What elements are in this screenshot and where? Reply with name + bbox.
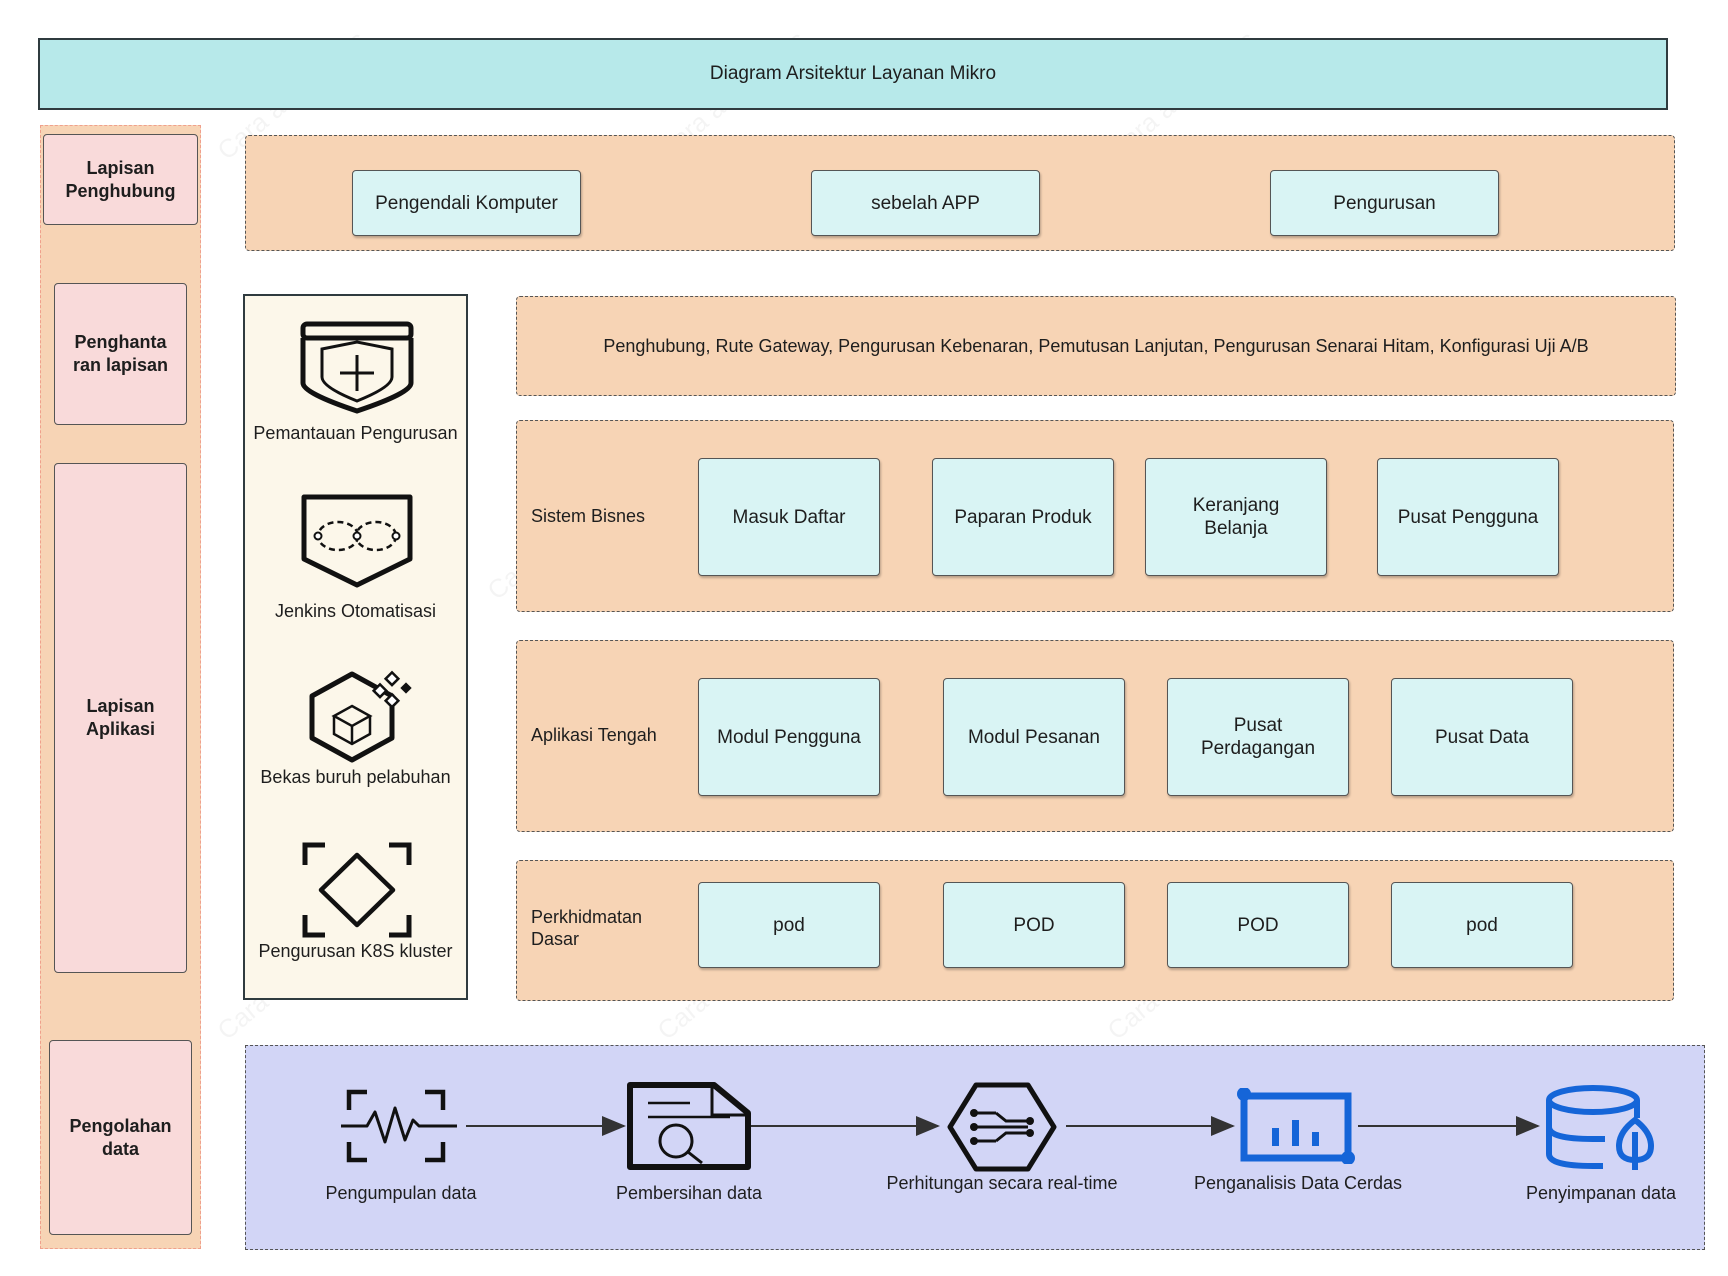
- access-box-pc: Pengendali Komputer: [352, 170, 581, 236]
- middle-box-user-module: Modul Pengguna: [698, 678, 880, 796]
- bar-chart-icon: [1237, 1088, 1355, 1164]
- gateway-description: Penghubung, Rute Gateway, Pengurusan Keb…: [603, 335, 1589, 356]
- shield-plus-icon: [300, 321, 414, 414]
- business-box-cart: Keranjang Belanja: [1145, 458, 1327, 576]
- access-box-app: sebelah APP: [811, 170, 1040, 236]
- business-box-user-center: Pusat Pengguna: [1377, 458, 1559, 576]
- layer-label-data: Pengolahan data: [49, 1040, 192, 1235]
- middle-box-trade-center: Pusat Perdagangan: [1167, 678, 1349, 796]
- gateway-panel: Penghubung, Rute Gateway, Pengurusan Keb…: [516, 296, 1676, 396]
- flow-label-clean: Pembersihan data: [615, 1183, 763, 1203]
- base-box-pod-3: POD: [1167, 882, 1349, 968]
- business-box-product: Paparan Produk: [932, 458, 1114, 576]
- business-box-login: Masuk Daftar: [698, 458, 880, 576]
- flow-label-realtime: Perhitungan secara real-time: [886, 1173, 1118, 1193]
- ops-label-docker: Bekas buruh pelabuhan: [260, 767, 451, 787]
- ops-label-monitoring: Pemantauan Pengurusan: [253, 423, 458, 443]
- layer-label-application: Lapisan Aplikasi: [54, 463, 187, 973]
- middle-box-order-module: Modul Pesanan: [943, 678, 1125, 796]
- data-processing-panel: Pengumpulan data Pembersihan data Perhit…: [245, 1045, 1705, 1250]
- business-row-label: Sistem Bisnes: [531, 506, 646, 526]
- hexagon-circuit-icon: [947, 1082, 1057, 1172]
- flow-label-collect: Pengumpulan data: [325, 1183, 477, 1203]
- diagram-title-text: Diagram Arsitektur Layanan Mikro: [709, 63, 997, 84]
- waveform-icon: [341, 1089, 457, 1163]
- flow-label-analyze: Penganalisis Data Cerdas: [1193, 1173, 1403, 1193]
- ops-label-jenkins: Jenkins Otomatisasi: [274, 601, 437, 621]
- layer-label-access: Lapisan Penghubung: [43, 134, 198, 225]
- diagram-title: Diagram Arsitektur Layanan Mikro: [38, 38, 1668, 110]
- base-box-pod-1: pod: [698, 882, 880, 968]
- infinity-badge-icon: [301, 494, 413, 588]
- container-cube-icon: [309, 670, 412, 763]
- ops-label-k8s: Pengurusan K8S kluster: [258, 941, 453, 961]
- layer-label-gateway: Penghanta ran lapisan: [54, 283, 187, 425]
- database-icon: [1546, 1085, 1654, 1170]
- middle-box-data-center: Pusat Data: [1391, 678, 1573, 796]
- ops-panel: Pemantauan Pengurusan Jenkins Otomatisas…: [243, 294, 468, 1000]
- document-search-icon: [627, 1082, 751, 1170]
- middle-row-label: Aplikasi Tengah: [531, 725, 657, 745]
- base-box-pod-2: POD: [943, 882, 1125, 968]
- base-row-label: Perkhidmatan Dasar: [531, 907, 643, 949]
- base-box-pod-4: pod: [1391, 882, 1573, 968]
- flow-label-store: Penyimpanan data: [1525, 1183, 1677, 1203]
- access-box-management: Pengurusan: [1270, 170, 1499, 236]
- cluster-diamond-icon: [302, 842, 412, 938]
